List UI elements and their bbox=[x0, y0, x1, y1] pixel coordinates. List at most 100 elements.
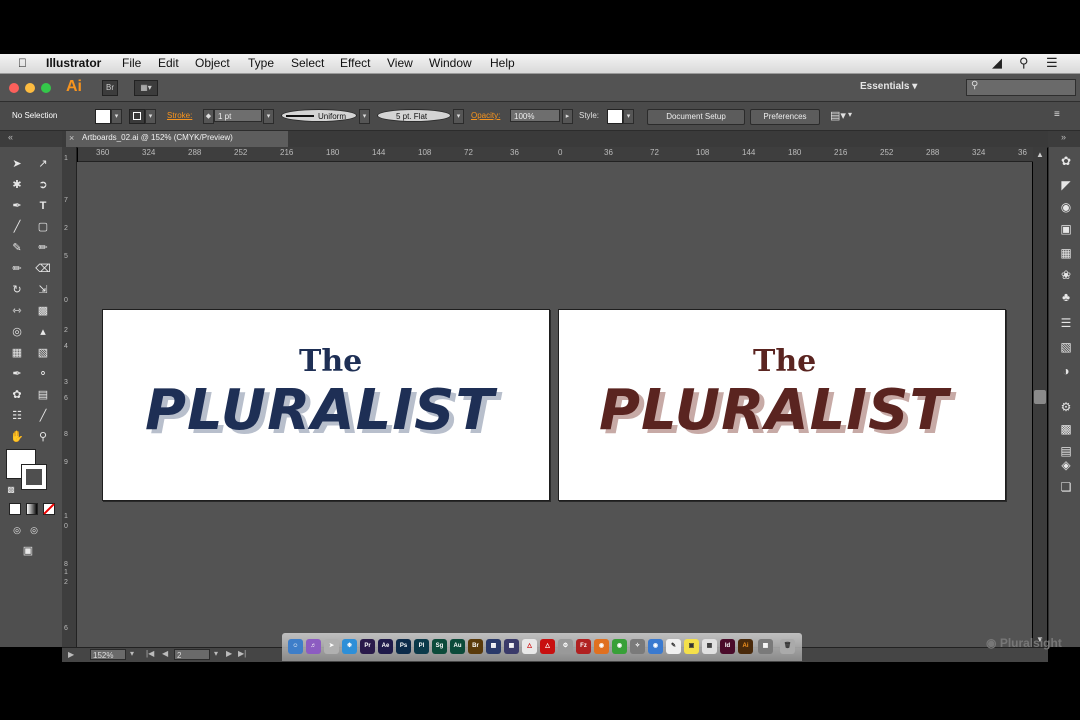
close-window-icon[interactable] bbox=[9, 83, 19, 93]
draw-behind-icon[interactable]: ◎ bbox=[26, 522, 42, 538]
help-search-input[interactable]: ⚲ bbox=[966, 79, 1076, 96]
speedgrade-icon[interactable]: Sg bbox=[432, 639, 447, 654]
document-setup-button[interactable]: Document Setup bbox=[647, 109, 745, 125]
transparency-panel-icon[interactable]: ◑ bbox=[1058, 363, 1074, 379]
system-preferences-icon[interactable]: ⚙ bbox=[558, 639, 573, 654]
apple-menu-icon[interactable]:  bbox=[18, 56, 27, 70]
default-colors-icon[interactable]: ▩ bbox=[3, 482, 19, 498]
trash-icon[interactable]: 🗑 bbox=[780, 639, 795, 654]
last-artboard-icon[interactable]: ▶| bbox=[238, 649, 246, 658]
gradient-panel-icon[interactable]: ▧ bbox=[1058, 339, 1074, 355]
prelude-icon[interactable]: Pl bbox=[414, 639, 429, 654]
rotate-tool-icon[interactable]: ↻ bbox=[9, 282, 25, 298]
acrobat-reader-icon[interactable]: △ bbox=[540, 639, 555, 654]
zoom-window-icon[interactable] bbox=[41, 83, 51, 93]
finder-icon[interactable]: ☺ bbox=[288, 639, 303, 654]
pencil-tool-icon[interactable]: ✏ bbox=[35, 240, 51, 256]
zoom-level-select[interactable]: 152% bbox=[90, 649, 126, 660]
chevron-down-icon[interactable]: ▾ bbox=[214, 649, 218, 658]
line-tool-icon[interactable]: ╱ bbox=[9, 219, 25, 235]
menu-select[interactable]: Select bbox=[291, 56, 324, 70]
menu-type[interactable]: Type bbox=[248, 56, 274, 70]
stroke-panel-icon[interactable]: ☰ bbox=[1058, 315, 1074, 331]
free-transform-tool-icon[interactable]: ▩ bbox=[35, 303, 51, 319]
stroke-color-swatch[interactable] bbox=[129, 109, 145, 124]
expand-panels-icon[interactable]: » bbox=[1061, 132, 1066, 142]
artboard-number-field[interactable]: 2 bbox=[174, 649, 210, 660]
selection-tool-icon[interactable]: ➤ bbox=[9, 156, 25, 172]
workspace-switcher[interactable]: Essentials ▾ bbox=[860, 81, 917, 92]
appearance-panel-icon[interactable]: ◉ bbox=[1058, 199, 1074, 215]
none-mode-icon[interactable] bbox=[43, 503, 55, 515]
dock-app-icon[interactable]: ♬ bbox=[306, 639, 321, 654]
eraser-tool-icon[interactable]: ⌫ bbox=[35, 261, 51, 277]
document-tab[interactable]: × Artboards_02.ai @ 152% (CMYK/Preview) bbox=[66, 131, 288, 147]
slice-tool-icon[interactable]: ╱ bbox=[35, 408, 51, 424]
indesign-icon[interactable]: Id bbox=[720, 639, 735, 654]
premiere-icon[interactable]: Pr bbox=[360, 639, 375, 654]
chevron-down-icon[interactable]: ▾ bbox=[130, 649, 134, 658]
dock-app-icon[interactable]: ▩ bbox=[486, 639, 501, 654]
artboards-panel-icon[interactable]: ⚙ bbox=[1058, 399, 1074, 415]
gradient-mode-icon[interactable] bbox=[26, 503, 38, 515]
opacity-field[interactable]: 100% bbox=[510, 109, 560, 122]
graphic-style-swatch[interactable] bbox=[607, 109, 623, 124]
chevron-down-icon[interactable]: ▾ bbox=[848, 110, 852, 119]
scale-tool-icon[interactable]: ⇲ bbox=[35, 282, 51, 298]
textedit-icon[interactable]: ✎ bbox=[666, 639, 681, 654]
graphic-style-dropdown[interactable]: ▾ bbox=[623, 109, 634, 124]
stickies-icon[interactable]: ▣ bbox=[684, 639, 699, 654]
brushes-panel-icon[interactable]: ❀ bbox=[1058, 267, 1074, 283]
eyedropper-tool-icon[interactable]: ✒ bbox=[9, 366, 25, 382]
width-tool-icon[interactable]: ⇿ bbox=[9, 303, 25, 319]
bridge-icon[interactable]: Br bbox=[468, 639, 483, 654]
color-panel-icon[interactable]: ✿ bbox=[1058, 153, 1074, 169]
collapse-panel-icon[interactable]: « bbox=[8, 132, 13, 142]
symbols-panel-icon[interactable]: ♣ bbox=[1058, 289, 1074, 305]
gradient-tool-icon[interactable]: ▧ bbox=[35, 345, 51, 361]
fill-dropdown[interactable]: ▾ bbox=[111, 109, 122, 124]
blend-tool-icon[interactable]: ⚬ bbox=[35, 366, 51, 382]
fill-color-swatch[interactable] bbox=[95, 109, 111, 124]
screen-mode-icon[interactable]: ▣ bbox=[20, 543, 36, 559]
pen-tool-icon[interactable]: ✒ bbox=[9, 198, 25, 214]
shape-builder-tool-icon[interactable]: ◎ bbox=[9, 324, 25, 340]
stroke-color-box[interactable] bbox=[21, 464, 47, 490]
stroke-weight-dropdown[interactable]: ▾ bbox=[263, 109, 274, 124]
menu-file[interactable]: File bbox=[122, 56, 141, 70]
mesh-tool-icon[interactable]: ▦ bbox=[9, 345, 25, 361]
first-artboard-icon[interactable]: |◀ bbox=[146, 649, 154, 658]
rectangle-tool-icon[interactable]: ▢ bbox=[35, 219, 51, 235]
safari-icon[interactable]: ❉ bbox=[342, 639, 357, 654]
zoom-tool-icon[interactable]: ⚲ bbox=[35, 429, 51, 445]
panel-menu-icon[interactable]: ≡ bbox=[1054, 109, 1060, 120]
close-tab-icon[interactable]: × bbox=[69, 133, 74, 143]
illustrator-icon[interactable]: Ai bbox=[738, 639, 753, 654]
audition-icon[interactable]: Au bbox=[450, 639, 465, 654]
color-guide-panel-icon[interactable]: ◤ bbox=[1058, 177, 1074, 193]
photoshop-icon[interactable]: Ps bbox=[396, 639, 411, 654]
direct-selection-tool-icon[interactable]: ↗ bbox=[35, 156, 51, 172]
artboard-1[interactable]: The PLURALIST PLURALIST bbox=[102, 309, 550, 501]
binoculars-icon[interactable]: ◢ bbox=[992, 55, 1002, 71]
artboard-2[interactable]: The PLURALIST PLURALIST bbox=[558, 309, 1006, 501]
draw-normal-icon[interactable]: ◎ bbox=[9, 522, 25, 538]
transform-panel-icon[interactable]: ▩ bbox=[1058, 421, 1074, 437]
scroll-up-icon[interactable]: ▲ bbox=[1036, 150, 1044, 159]
opacity-label[interactable]: Opacity: bbox=[471, 111, 500, 120]
canvas-area[interactable]: The PLURALIST PLURALIST The PLURALIST PL… bbox=[77, 162, 1032, 647]
brush-definition-select[interactable]: 5 pt. Flat bbox=[377, 109, 451, 122]
next-artboard-icon[interactable]: ▶ bbox=[226, 649, 232, 658]
lasso-tool-icon[interactable]: ➲ bbox=[35, 177, 51, 193]
menu-effect[interactable]: Effect bbox=[340, 56, 370, 70]
perspective-grid-tool-icon[interactable]: ▴ bbox=[35, 324, 51, 340]
stroke-profile-select[interactable]: Uniform bbox=[281, 109, 357, 122]
chrome-icon[interactable]: ◉ bbox=[612, 639, 627, 654]
blob-brush-tool-icon[interactable]: ✏ bbox=[9, 261, 25, 277]
arrange-documents-icon[interactable]: ▦▾ bbox=[134, 80, 158, 96]
menu-object[interactable]: Object bbox=[195, 56, 230, 70]
stroke-weight-field[interactable]: 1 pt bbox=[214, 109, 262, 122]
magic-wand-tool-icon[interactable]: ✱ bbox=[9, 177, 25, 193]
preview-icon[interactable]: ▦ bbox=[702, 639, 717, 654]
previous-artboard-icon[interactable]: ◀ bbox=[162, 649, 168, 658]
